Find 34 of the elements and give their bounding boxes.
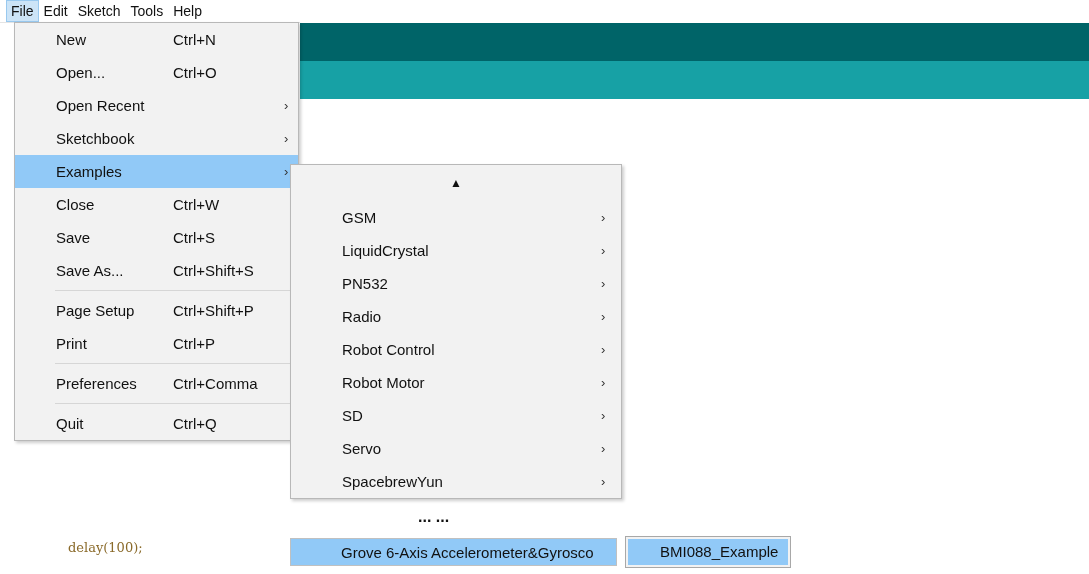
menu-bar-item[interactable]: Edit: [38, 0, 73, 22]
chevron-icon: ›: [601, 441, 615, 456]
menu-bar-item[interactable]: Tools: [125, 0, 169, 22]
menu-item[interactable]: SD ›: [291, 399, 621, 432]
chevron-icon: ›: [601, 243, 615, 258]
menu-item[interactable]: Robot Control ›: [291, 333, 621, 366]
chevron-icon: ›: [601, 474, 615, 489]
menu-item[interactable]: Sketchbook ›: [15, 122, 298, 155]
menu-item[interactable]: LiquidCrystal ›: [291, 234, 621, 267]
chevron-icon: ›: [284, 131, 298, 146]
chevron-icon: ›: [601, 276, 615, 291]
menu-item[interactable]: BMI088_Example: [628, 539, 788, 565]
chevron-icon: ›: [601, 408, 615, 423]
menu-item[interactable]: GSM ›: [291, 201, 621, 234]
code-line: delay(100);: [68, 540, 143, 555]
menu-item[interactable]: Servo ›: [291, 432, 621, 465]
menu-item[interactable]: Grove 6-Axis Accelerometer&Gyrosco: [290, 538, 617, 566]
menu-bar-item[interactable]: Sketch: [72, 0, 126, 22]
chevron-icon: ›: [601, 342, 615, 357]
menu-item[interactable]: PN532 ›: [291, 267, 621, 300]
menu-item[interactable]: Open... Ctrl+O: [15, 56, 298, 89]
menu-item[interactable]: Robot Motor ›: [291, 366, 621, 399]
menu-bar-item[interactable]: File: [6, 0, 39, 22]
menu-item[interactable]: New Ctrl+N: [15, 23, 298, 56]
menu-item[interactable]: SpacebrewYun ›: [291, 465, 621, 498]
ellipsis-text: ... ...: [418, 508, 450, 526]
menu-bar-item[interactable]: Help: [168, 0, 207, 22]
menu-item[interactable]: Open Recent ›: [15, 89, 298, 122]
menu-item[interactable]: Examples ›: [15, 155, 298, 188]
chevron-icon: ›: [601, 375, 615, 390]
chevron-icon: ›: [601, 210, 615, 225]
chevron-icon: ›: [284, 98, 298, 113]
chevron-icon: ›: [601, 309, 615, 324]
menu-item[interactable]: Radio ›: [291, 300, 621, 333]
